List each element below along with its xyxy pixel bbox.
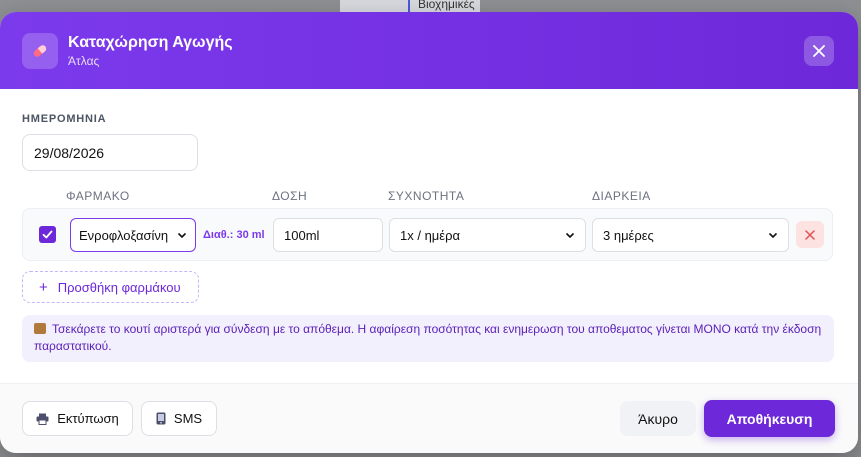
duration-select[interactable]: 3 ημέρες [592, 218, 789, 252]
phone-icon [156, 412, 166, 425]
drug-select-value: Ενροφλοξασίνη [79, 227, 169, 243]
column-header-drug: ΦΑΡΜΑΚΟ [66, 189, 130, 203]
modal-footer: Εκτύπωση SMS Άκυρο Αποθήκευση [0, 383, 858, 453]
info-notice: Τσεκάρετε το κουτί αριστερά για σύνδεση … [22, 315, 834, 362]
frequency-select-value: 1x / ημέρα [400, 227, 460, 243]
pill-icon [22, 33, 58, 69]
column-header-dose: ΔΟΣΗ [272, 189, 308, 203]
drug-select[interactable]: Ενροφλοξασίνη [70, 218, 196, 252]
treatment-modal: Καταχώρηση Αγωγής Άτλας ΗΜΕΡΟΜΗΝΙΑ 29/08… [0, 12, 858, 453]
add-medication-button[interactable]: + Προσθήκη φαρμάκου [22, 271, 199, 303]
chevron-down-icon [177, 232, 187, 239]
dose-input[interactable]: 100ml [273, 218, 383, 252]
available-stock: Διαθ.: 30 ml [203, 229, 265, 241]
remove-medication-button[interactable] [796, 221, 824, 248]
print-button[interactable]: Εκτύπωση [22, 401, 133, 436]
frequency-select[interactable]: 1x / ημέρα [389, 218, 586, 252]
close-button[interactable] [804, 36, 834, 66]
background-divider [408, 0, 410, 12]
check-icon [42, 230, 53, 239]
printer-icon [36, 413, 49, 425]
column-header-duration: ΔΙΑΡΚΕΙΑ [592, 189, 651, 203]
modal-subtitle: Άτλας [68, 54, 100, 68]
modal-title: Καταχώρηση Αγωγής [68, 34, 233, 51]
info-text: Τσεκάρετε το κουτί αριστερά για σύνδεση … [34, 322, 822, 353]
sms-label: SMS [173, 411, 203, 426]
column-header-frequency: ΣΥΧΝΟΤΗΤΑ [388, 189, 465, 203]
modal-header: Καταχώρηση Αγωγής Άτλας [0, 12, 858, 89]
print-label: Εκτύπωση [57, 411, 119, 426]
sms-button[interactable]: SMS [141, 401, 217, 436]
chevron-down-icon [565, 232, 575, 239]
chevron-down-icon [768, 232, 778, 239]
stock-link-checkbox[interactable] [39, 226, 56, 243]
duration-select-value: 3 ημέρες [603, 227, 654, 243]
medication-row: Ενροφλοξασίνη Διαθ.: 30 ml 100ml 1x / ημ… [22, 208, 833, 261]
date-input[interactable]: 29/08/2026 [22, 134, 198, 171]
close-icon [805, 229, 815, 240]
date-label: ΗΜΕΡΟΜΗΝΙΑ [22, 113, 107, 125]
add-medication-label: Προσθήκη φαρμάκου [57, 279, 181, 295]
cancel-button[interactable]: Άκυρο [620, 401, 696, 436]
close-icon [813, 45, 825, 57]
save-button[interactable]: Αποθήκευση [704, 400, 835, 437]
background-text: Βιοχημικές [418, 0, 475, 11]
plus-icon: + [39, 278, 48, 296]
package-icon [34, 323, 46, 334]
